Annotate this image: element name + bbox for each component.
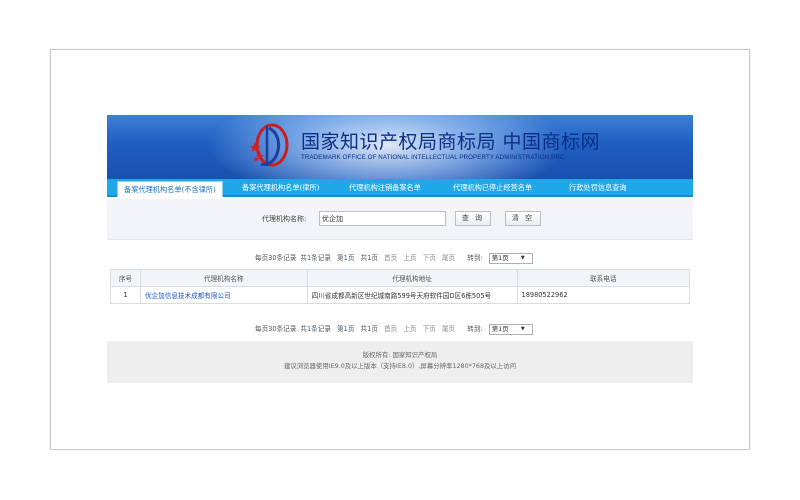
pager-pages: 共1页 [360, 325, 378, 333]
table-row: 1 优企加信息技术成都有限公司 四川省成都高新区世纪城南路599号天府软件园D区… [110, 286, 690, 304]
pager-prev-link[interactable]: 上页 [403, 254, 416, 262]
search-bar: 代理机构名称: 查 询 清 空 [107, 199, 693, 240]
pager-first-link[interactable]: 首页 [384, 325, 397, 333]
pager-goto-label: 转到: [467, 325, 483, 333]
agency-name-link[interactable]: 优企加信息技术成都有限公司 [145, 292, 231, 300]
row-index: 1 [110, 286, 141, 304]
pager-first-link[interactable]: 首页 [384, 254, 397, 262]
pager-next-link[interactable]: 下页 [423, 254, 436, 262]
col-index: 序号 [110, 269, 141, 287]
agency-table: 序号 代理机构名称 代理机构地址 联系电话 1 优企加信息技术成都有限公司 四川… [110, 269, 690, 304]
pager-prev-link[interactable]: 上页 [403, 325, 416, 333]
tab-agency-list-lawfirm[interactable]: 备案代理机构名单(律所) [242, 179, 319, 197]
page-select[interactable]: 第1页 ▼ [488, 252, 533, 264]
page-select[interactable]: 第1页 ▼ [488, 323, 533, 335]
main-nav: 备案代理机构名单(不含律所) 备案代理机构名单(律所) 代理机构注销备案名单 代… [107, 179, 693, 197]
agency-name-label: 代理机构名称: [262, 215, 307, 223]
col-agency-name: 代理机构名称 [139, 269, 308, 287]
pager-bottom: 每页30条记录 共1条记录 第1页 共1页 首页 上页 下页 尾页 转到: 第1页… [107, 317, 693, 339]
pager-per-page: 每页30条记录 [255, 254, 297, 262]
pager-total-pre: 共 [300, 325, 307, 333]
tab-penalty-query[interactable]: 行政处罚信息查询 [569, 179, 627, 197]
header-banner: 国家知识产权局商标局 中国商标网 TRADEMARK OFFICE OF NAT… [107, 115, 693, 179]
page-footer: 版权所有: 国家知识产权局 建议浏览器使用IE9.0及以上版本（支持IE8.0）… [107, 341, 693, 383]
pager-total-pre: 共 [300, 254, 307, 262]
pager-total-post: 条记录 [311, 254, 331, 262]
col-phone: 联系电话 [516, 269, 690, 287]
pager-next-link[interactable]: 下页 [423, 325, 436, 333]
page-container: 国家知识产权局商标局 中国商标网 TRADEMARK OFFICE OF NAT… [107, 115, 693, 383]
pager-goto-label: 转到: [467, 254, 483, 262]
row-phone: 18980522962 [516, 286, 690, 304]
site-title: 国家知识产权局商标局 中国商标网 [301, 131, 601, 153]
browser-note-text: 建议浏览器使用IE9.0及以上版本（支持IE8.0）,屏幕分辨率1280*768… [283, 362, 516, 370]
row-agency-address: 四川省成都高新区世纪城南路599号天府软件园D区6栋505号 [306, 286, 518, 304]
site-subtitle: TRADEMARK OFFICE OF NATIONAL INTELLECTUA… [301, 154, 565, 161]
chevron-down-icon: ▼ [520, 325, 525, 332]
col-agency-address: 代理机构地址 [306, 269, 518, 287]
tab-ceased-agencies[interactable]: 代理机构已停止经营名单 [453, 179, 532, 197]
pager-last-link[interactable]: 尾页 [442, 254, 455, 262]
agency-name-input[interactable] [319, 211, 446, 226]
copyright-text: 版权所有: 国家知识产权局 [362, 351, 438, 359]
row-agency-name: 优企加信息技术成都有限公司 [139, 286, 308, 304]
pager-top: 每页30条记录 共1条记录 第1页 共1页 首页 上页 下页 尾页 转到: 第1页… [107, 246, 693, 268]
page-select-value: 第1页 [491, 253, 509, 262]
query-button[interactable]: 查 询 [455, 211, 491, 226]
pager-page-post: 页 [347, 254, 355, 262]
tab-agency-list-no-lawfirm[interactable]: 备案代理机构名单(不含律所) [117, 181, 223, 197]
pager-total-post: 条记录 [311, 325, 331, 333]
pager-page-post: 页 [347, 325, 355, 333]
page-select-value: 第1页 [491, 324, 509, 333]
chevron-down-icon: ▼ [520, 254, 525, 261]
pager-pages: 共1页 [360, 254, 378, 262]
trademark-office-logo-icon [249, 123, 289, 167]
pager-last-link[interactable]: 尾页 [442, 325, 455, 333]
clear-button[interactable]: 清 空 [505, 211, 541, 226]
pager-page-pre: 第 [337, 325, 344, 333]
pager-per-page: 每页30条记录 [255, 325, 297, 333]
table-header-row: 序号 代理机构名称 代理机构地址 联系电话 [110, 269, 690, 287]
tab-cancelled-agencies[interactable]: 代理机构注销备案名单 [349, 179, 421, 197]
pager-page-pre: 第 [337, 254, 344, 262]
